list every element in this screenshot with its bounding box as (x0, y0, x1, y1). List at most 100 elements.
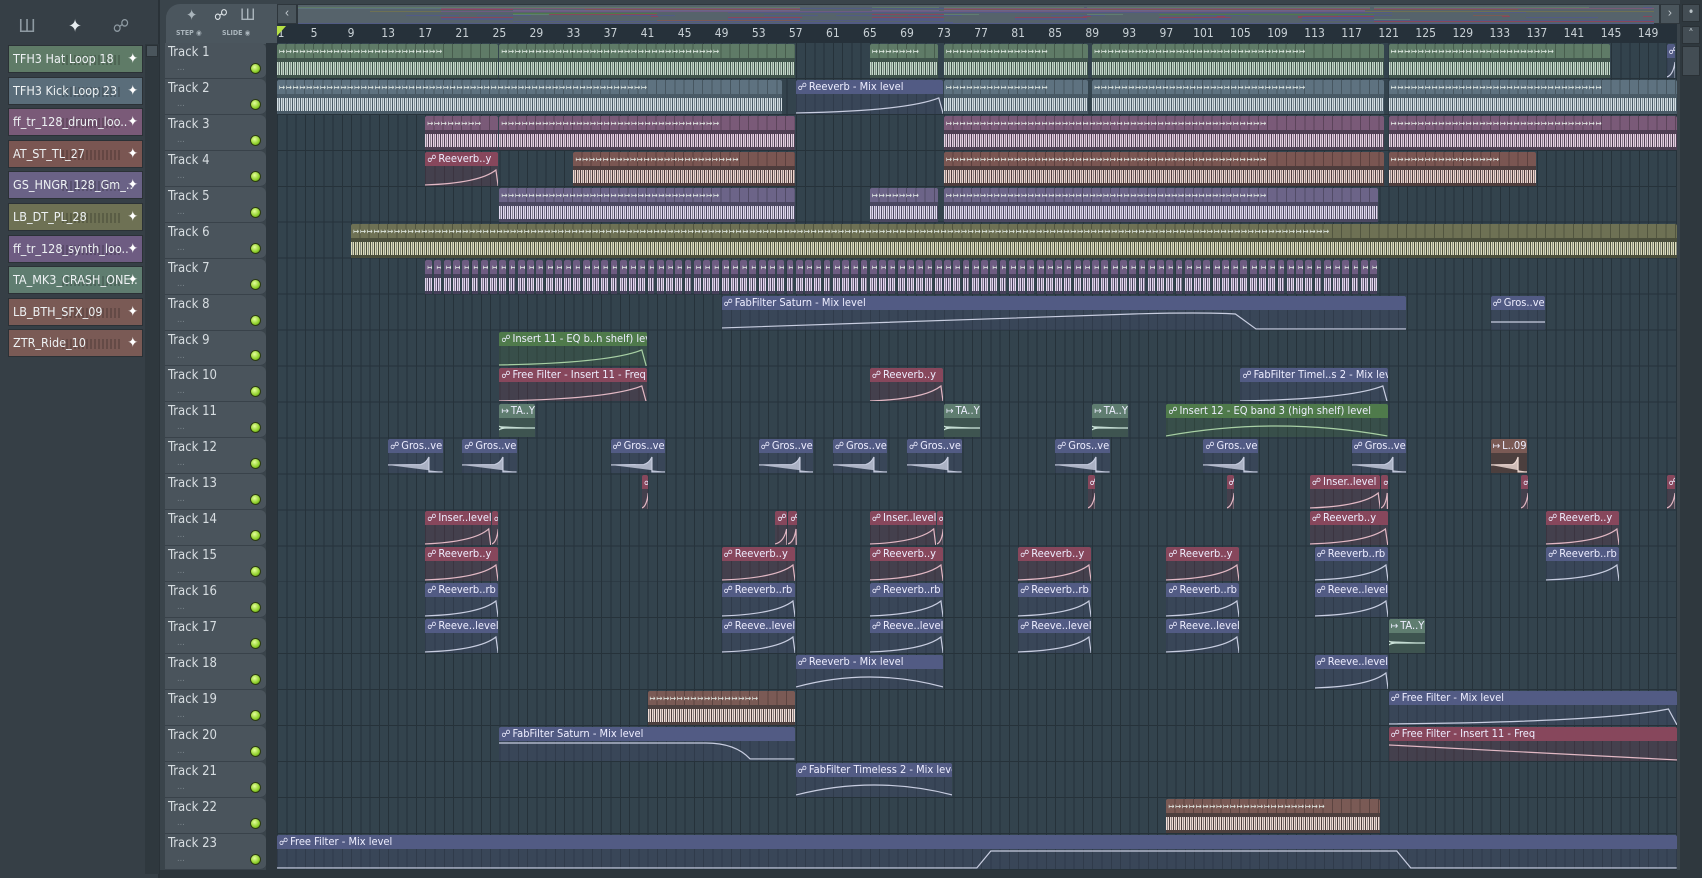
track-name[interactable]: Track 15 (168, 548, 217, 563)
clip-header[interactable]: ↦ (953, 259, 961, 274)
clip-header[interactable]: ☍ Insert 12 - EQ band 3 (high shelf) leve… (1166, 403, 1388, 418)
audio-clip[interactable]: ↦↦↦↦↦↦↦↦↦↦↦↦↦↦↦↦↦↦↦↦↦↦↦↦↦↦↦↦↦↦↦↦ (499, 187, 795, 223)
track-more-options[interactable]: ... (177, 171, 185, 181)
clip-header[interactable]: ☍ FabFilter Saturn - Mix level (721, 295, 1407, 310)
clip-header[interactable]: ☍ Reeverb..y (869, 367, 943, 382)
clip-header[interactable]: ↦ (1333, 259, 1340, 274)
clip-header[interactable]: ↦↦↦↦↦↦↦↦↦↦↦↦↦↦↦↦ (647, 691, 795, 706)
track-name[interactable]: Track 8 (168, 297, 210, 312)
audio-clip[interactable]: ↦ (990, 259, 998, 295)
audio-clip[interactable]: ↦ (480, 259, 488, 295)
audio-clip[interactable]: ↦ (971, 259, 979, 295)
track-header[interactable]: Track 12... (165, 438, 266, 475)
audio-clip[interactable]: ↦ (1258, 259, 1266, 295)
track-name[interactable]: Track 19 (168, 692, 217, 707)
track-name[interactable]: Track 9 (168, 333, 210, 348)
automation-clip[interactable]: ☍ Reeverb..y (1546, 510, 1620, 546)
audio-clip[interactable]: ↦ (693, 259, 701, 295)
track-mute-led[interactable] (250, 242, 261, 254)
audio-clip[interactable]: ↦↦↦↦↦↦↦↦↦↦↦↦↦↦↦↦↦↦↦↦↦↦↦↦↦↦↦↦↦↦↦ (1092, 43, 1384, 79)
clip-header[interactable]: ☍ (788, 511, 797, 526)
clip-header[interactable]: ☍ Gros..vel (462, 439, 517, 454)
track-mute-led[interactable] (250, 206, 261, 218)
track-name[interactable]: Track 22 (168, 800, 217, 815)
audio-clip[interactable]: ↦ (805, 259, 812, 295)
track-more-options[interactable]: ... (177, 207, 185, 217)
audio-clip[interactable]: ↦ (471, 259, 479, 295)
playhead-marker[interactable] (277, 26, 286, 36)
clip-header[interactable]: ↦ (545, 259, 553, 274)
automation-clip[interactable]: ☍ Reeverb - Mix level (795, 654, 943, 690)
audio-clip[interactable]: ↦ (1101, 259, 1109, 295)
audio-clip[interactable]: ↦↦↦↦↦↦↦↦↦↦↦↦↦↦↦↦↦↦↦↦↦↦↦↦ (1388, 43, 1610, 79)
audio-clip[interactable]: ↦ (1184, 259, 1192, 295)
audio-clip[interactable]: ↦ (1351, 259, 1359, 295)
automation-clip[interactable]: ☍ (642, 474, 649, 510)
audio-clip[interactable]: ↦ (1138, 259, 1146, 295)
audio-clip[interactable]: ↦ (962, 259, 970, 295)
clip-header[interactable]: ☍ Free Filter - Insert 11 - Freq (1388, 727, 1677, 742)
audio-clip[interactable]: ↦ (1314, 259, 1322, 295)
clip-header[interactable]: ☍ (491, 511, 499, 526)
track-more-options[interactable]: ... (177, 422, 185, 432)
track-more-options[interactable]: ... (177, 494, 185, 504)
browser-item[interactable]: ZTR_Ride_10 ✦ (8, 329, 143, 358)
automation-clip[interactable]: ☍ (1666, 43, 1675, 79)
audio-clip[interactable]: ↦↦↦↦↦↦↦↦↦↦↦↦↦↦↦↦↦↦↦↦↦↦↦↦ (277, 43, 499, 79)
automation-clip[interactable]: ☍ FabFilter Saturn - Mix level (721, 295, 1407, 331)
clip-header[interactable]: ↦ (1184, 259, 1192, 274)
audio-clip[interactable]: ↦ (1370, 259, 1377, 295)
clip-header[interactable]: ↦↦↦↦↦↦↦↦↦↦↦↦↦↦↦↦↦↦↦↦↦↦↦↦↦↦↦↦↦↦↦↦↦↦↦↦↦↦↦↦… (944, 151, 1384, 166)
clip-header[interactable]: ↦ (1194, 259, 1201, 274)
automation-clip[interactable]: ☍ Reeve..level (869, 618, 943, 654)
clip-header[interactable]: ↦↦↦↦↦↦↦↦↦↦↦↦↦↦↦↦↦↦↦↦↦↦↦↦↦↦↦↦↦↦↦ (1092, 44, 1384, 58)
clip-header[interactable]: ↦ (1212, 259, 1220, 274)
audio-clip[interactable]: ↦ (1286, 259, 1294, 295)
browser-item[interactable]: AT_ST_TL_27 ✦ (8, 139, 143, 168)
automation-clip[interactable]: ☍ Reeverb..y (869, 546, 943, 582)
clip-header[interactable]: ☍ Reeve..level (1314, 655, 1388, 670)
clip-header[interactable]: ☍ Reeverb..rb (721, 583, 795, 598)
track-more-options[interactable]: ... (177, 818, 185, 828)
audio-clip[interactable]: ↦ (1064, 259, 1072, 295)
audio-clip[interactable]: ↦ (1360, 259, 1368, 295)
clip-header[interactable]: ↦↦↦↦↦↦↦↦↦↦↦↦↦↦↦↦↦↦↦↦↦↦↦↦↦↦↦↦↦↦↦↦ (499, 115, 795, 130)
audio-clip[interactable]: ↦ (758, 259, 766, 295)
clip-header[interactable]: ☍ (1226, 475, 1234, 490)
clip-header[interactable]: ☍ Free Filter - Mix level (277, 834, 1677, 849)
clip-header[interactable]: ☍ (1666, 44, 1675, 58)
automation-clip[interactable]: ☍ FabFilter Timel..s 2 - Mix level (1240, 367, 1388, 403)
clip-header[interactable]: ↦ (860, 259, 868, 274)
browser-item[interactable]: TFH3 Hat Loop 18 ✦ (8, 45, 143, 73)
track-mute-led[interactable] (250, 62, 261, 74)
automation-clip[interactable]: ☍ Gros..vel (758, 438, 814, 474)
track-more-options[interactable]: ... (177, 710, 185, 720)
track-mute-led[interactable] (250, 134, 261, 146)
automation-clip[interactable]: ☍ Gros..vel (388, 438, 443, 474)
clip-header[interactable]: ☍ FabFilter Saturn - Mix level (499, 727, 795, 742)
audio-clip[interactable]: ↦ (1027, 259, 1035, 295)
audio-clip[interactable]: ↦ (1212, 259, 1220, 295)
automation-clip[interactable]: ☍ (788, 510, 797, 546)
clip-header[interactable]: ↦ (971, 259, 979, 274)
audio-clip[interactable]: ↦ (554, 259, 562, 295)
audio-clip[interactable]: ↦ (1092, 259, 1100, 295)
audio-clip[interactable]: ↦ (629, 259, 636, 295)
menu-button[interactable]: • (1682, 4, 1700, 22)
track-more-options[interactable]: ... (177, 458, 185, 468)
audio-clip[interactable]: ↦↦↦↦↦↦↦↦↦↦↦↦↦↦↦↦↦↦↦↦↦↦↦↦ (573, 151, 795, 187)
clip-header[interactable]: ↦ (1268, 259, 1276, 274)
track-mute-led[interactable] (250, 745, 261, 757)
clip-header[interactable]: ↦ (582, 259, 590, 274)
clip-header[interactable]: ↦↦↦↦↦↦↦↦↦↦↦↦↦↦↦↦↦↦↦↦↦↦↦↦ (573, 151, 795, 166)
automation-clip[interactable]: ☍ Reeverb..rb (1166, 582, 1240, 618)
audio-clip[interactable]: ↦ (832, 259, 840, 295)
clip-header[interactable]: ↦ (443, 259, 451, 274)
clip-header[interactable]: ↦↦↦↦↦↦↦↦↦↦↦↦↦↦↦↦↦↦↦↦↦↦↦↦↦↦↦↦↦↦↦↦↦↦↦↦↦↦↦↦… (277, 79, 782, 94)
clip-header[interactable]: ☍ (775, 511, 788, 526)
clip-header[interactable]: ↦↦↦↦↦↦↦↦↦↦↦↦↦↦↦↦↦↦↦↦↦↦↦↦ (277, 44, 499, 58)
automation-clip[interactable]: ☍ Reeve..level (425, 618, 499, 654)
track-more-options[interactable]: ... (177, 530, 185, 540)
clip-header[interactable]: ↦↦↦↦↦↦↦↦↦↦↦↦↦↦↦↦↦↦↦↦↦↦↦ (1166, 798, 1381, 813)
clip-header[interactable]: ↦ (1277, 259, 1285, 274)
